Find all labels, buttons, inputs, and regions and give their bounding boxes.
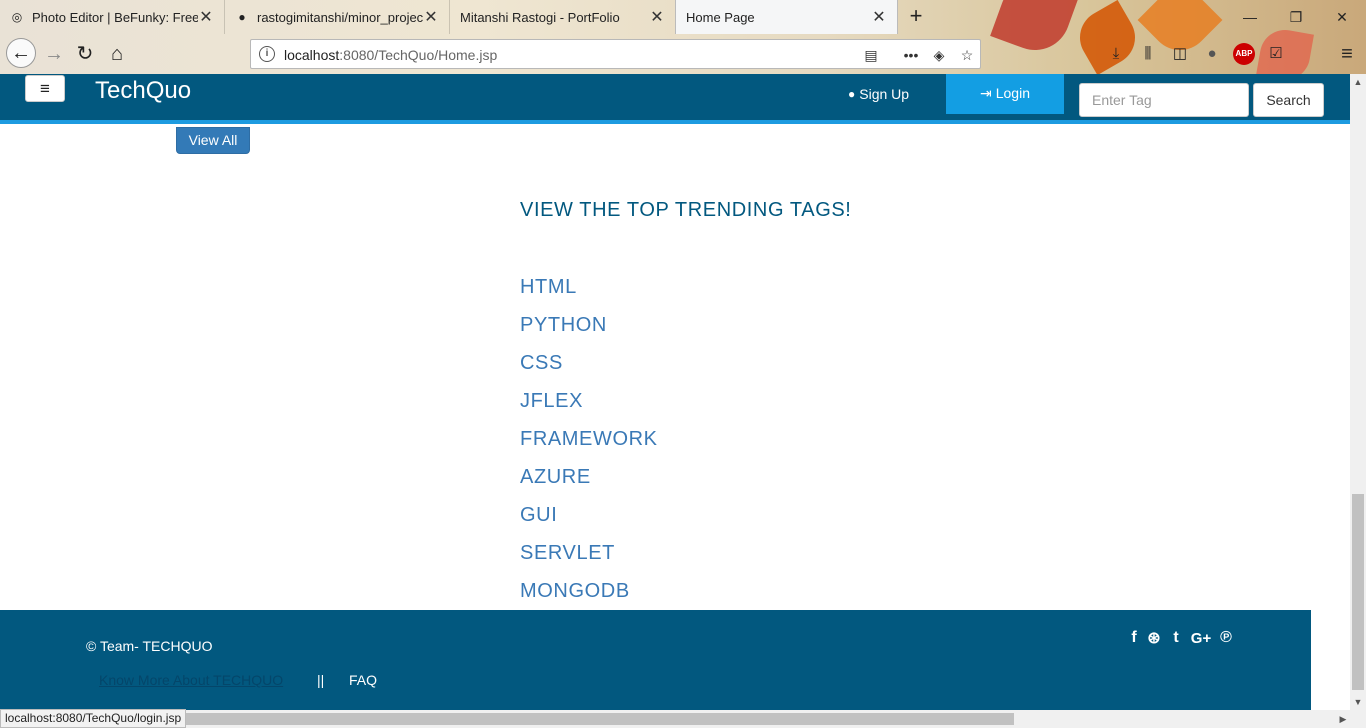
close-icon[interactable]: ✕ [423, 7, 439, 27]
more-actions-icon[interactable]: ••• [901, 45, 921, 65]
pocket-icon[interactable]: ◈ [929, 45, 949, 65]
social-links: f ⊛ t G+ ℗ [1127, 628, 1235, 648]
info-icon[interactable]: i [259, 46, 275, 62]
user-icon: ● [848, 87, 856, 101]
url-text: localhost:8080/TechQuo/Home.jsp [284, 47, 497, 63]
tab-befunky[interactable]: ◎ Photo Editor | BeFunky: Free On ✕ [0, 0, 225, 34]
tab-title: Mitanshi Rastogi - PortFolio [460, 9, 620, 25]
twitter-icon[interactable]: t [1167, 629, 1185, 647]
back-icon[interactable]: ← [6, 38, 36, 68]
tab-title: Home Page [686, 9, 755, 25]
tab-strip: ◎ Photo Editor | BeFunky: Free On ✕ ● ra… [0, 0, 1366, 34]
vertical-scrollbar[interactable]: ▲ ▼ [1350, 74, 1366, 710]
tab-github[interactable]: ● rastogimitanshi/minor_project ✕ [225, 0, 450, 34]
befunky-icon: ◎ [11, 10, 23, 24]
tab-title: Photo Editor | BeFunky: Free On [32, 9, 198, 25]
close-icon[interactable]: ✕ [198, 7, 214, 27]
url-path: :8080/TechQuo/Home.jsp [339, 47, 498, 63]
minimize-icon[interactable]: — [1238, 6, 1262, 28]
extension-icon[interactable]: ● [1201, 43, 1223, 65]
tab-home-page[interactable]: Home Page ✕ [675, 0, 898, 34]
close-icon[interactable]: ✕ [871, 7, 887, 27]
forward-icon[interactable]: → [40, 40, 68, 68]
browser-chrome: ◎ Photo Editor | BeFunky: Free On ✕ ● ra… [0, 0, 1366, 84]
facebook-icon[interactable]: f [1127, 629, 1141, 647]
tag-link[interactable]: JFLEX [520, 388, 658, 426]
view-all-button[interactable]: View All [176, 127, 250, 154]
pinterest-icon[interactable]: ℗ [1217, 629, 1235, 647]
site-footer: © Team- TECHQUO Know More About TECHQUO … [0, 610, 1311, 710]
home-icon[interactable]: ⌂ [103, 40, 131, 68]
dribbble-icon[interactable]: ⊛ [1145, 628, 1163, 648]
browser-navbar: ← → ↻ ⌂ i localhost:8080/TechQuo/Home.js… [0, 34, 1366, 74]
download-icon[interactable]: ⤓ [1105, 43, 1127, 65]
github-icon: ● [238, 10, 246, 24]
menu-icon[interactable]: ≡ [1336, 43, 1358, 65]
hamburger-menu-icon[interactable]: ≡ [25, 75, 65, 102]
checkbox-extension-icon[interactable]: ☑ [1265, 43, 1287, 65]
site-header: ≡ TechQuo ● Sign Up ⇥ Login Search [0, 74, 1350, 124]
scroll-up-icon[interactable]: ▲ [1350, 74, 1366, 90]
tag-link[interactable]: CSS [520, 350, 658, 388]
trending-tags-list: HTML PYTHON CSS JFLEX FRAMEWORK AZURE GU… [520, 274, 658, 616]
tag-link[interactable]: AZURE [520, 464, 658, 502]
scroll-down-icon[interactable]: ▼ [1350, 694, 1366, 710]
close-icon[interactable]: ✕ [649, 7, 665, 27]
footer-links: Know More About TECHQUO || FAQ [99, 672, 377, 688]
reader-view-icon[interactable]: ▤ [861, 45, 881, 65]
scroll-right-icon[interactable]: ▶ [1336, 710, 1350, 728]
page-viewport: ≡ TechQuo ● Sign Up ⇥ Login Search View … [0, 74, 1350, 710]
new-tab-icon[interactable]: + [903, 4, 929, 30]
tag-search-input[interactable] [1079, 83, 1249, 117]
copyright-text: © Team- TECHQUO [86, 638, 213, 654]
tag-link[interactable]: FRAMEWORK [520, 426, 658, 464]
adblock-icon[interactable]: ABP [1233, 43, 1255, 65]
know-more-link[interactable]: Know More About TECHQUO [99, 672, 317, 688]
reload-icon[interactable]: ↻ [71, 40, 99, 68]
signup-link[interactable]: ● Sign Up [848, 86, 909, 102]
signup-label: Sign Up [859, 86, 910, 102]
search-button[interactable]: Search [1253, 83, 1324, 117]
brand-logo[interactable]: TechQuo [95, 77, 191, 105]
trending-tags-heading: VIEW THE TOP TRENDING TAGS! [520, 199, 852, 221]
horizontal-scrollbar[interactable]: ▶ [0, 710, 1366, 728]
login-icon: ⇥ [980, 84, 992, 101]
url-bar[interactable]: i localhost:8080/TechQuo/Home.jsp ▤ ••• … [250, 39, 981, 69]
restore-icon[interactable]: ❐ [1284, 6, 1308, 28]
url-host: localhost [284, 47, 340, 63]
status-bar: localhost:8080/TechQuo/login.jsp [0, 709, 187, 728]
library-icon[interactable]: ⫼ [1137, 43, 1159, 65]
login-label: Login [995, 85, 1030, 101]
scrollbar-thumb[interactable] [1352, 494, 1364, 690]
tag-link[interactable]: HTML [520, 274, 658, 312]
google-plus-icon[interactable]: G+ [1189, 630, 1213, 647]
footer-divider: || [317, 672, 325, 688]
faq-link[interactable]: FAQ [349, 672, 377, 688]
tab-title: rastogimitanshi/minor_project [257, 9, 423, 25]
tag-link[interactable]: GUI [520, 502, 658, 540]
window-close-icon[interactable]: ✕ [1330, 6, 1354, 28]
sidebar-icon[interactable]: ◫ [1169, 43, 1191, 65]
bookmark-star-icon[interactable]: ☆ [957, 45, 977, 65]
tag-link[interactable]: SERVLET [520, 540, 658, 578]
login-button[interactable]: ⇥ Login [946, 74, 1064, 114]
tab-portfolio[interactable]: Mitanshi Rastogi - PortFolio ✕ [450, 0, 675, 34]
tag-link[interactable]: PYTHON [520, 312, 658, 350]
